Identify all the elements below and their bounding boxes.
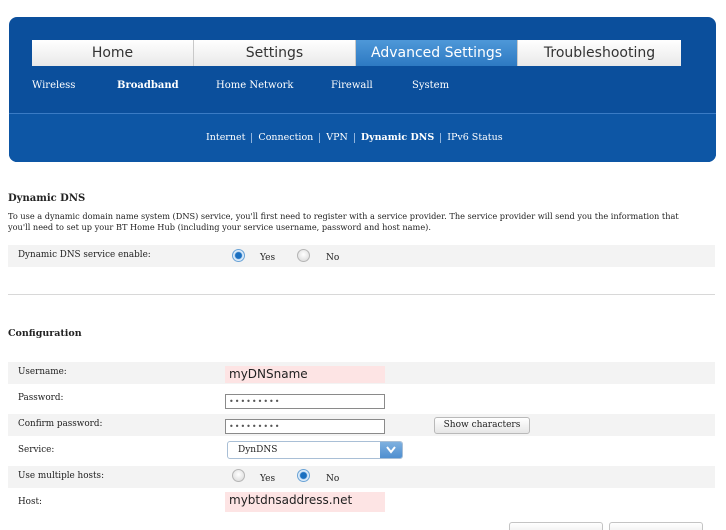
- dns-enable-no-radio[interactable]: [297, 249, 310, 262]
- subnav-firewall[interactable]: Firewall: [331, 80, 373, 91]
- subnav-home-network[interactable]: Home Network: [216, 80, 293, 91]
- tertiary-connection[interactable]: Connection: [258, 132, 313, 143]
- bottom-button-right[interactable]: [609, 522, 703, 530]
- multiple-hosts-no-label: No: [326, 474, 340, 484]
- subnav-system[interactable]: System: [412, 80, 449, 91]
- multiple-hosts-no-radio[interactable]: [297, 469, 310, 482]
- multiple-hosts-yes-radio[interactable]: [232, 469, 245, 482]
- dns-enable-yes-label: Yes: [260, 253, 276, 263]
- sub-navigation: Wireless Broadband Home Network Firewall…: [9, 80, 716, 100]
- separator: [440, 132, 442, 143]
- tertiary-navigation: Internet Connection VPN Dynamic DNS IPv6…: [9, 113, 716, 162]
- navigation-header: Home Settings Advanced Settings Troubles…: [9, 17, 716, 162]
- host-input[interactable]: mybtdnsaddress.net: [225, 492, 385, 512]
- subnav-broadband[interactable]: Broadband: [117, 80, 179, 91]
- main-tabs: Home Settings Advanced Settings Troubles…: [32, 40, 681, 66]
- separator: [251, 132, 253, 143]
- tertiary-dynamic-dns[interactable]: Dynamic DNS: [361, 132, 434, 143]
- multiple-hosts-row: Use multiple hosts: Yes No: [8, 466, 715, 488]
- password-label: Password:: [18, 393, 64, 403]
- separator: [319, 132, 321, 143]
- username-label: Username:: [18, 367, 67, 377]
- tab-advanced-settings[interactable]: Advanced Settings: [356, 40, 518, 66]
- username-input[interactable]: myDNSname: [225, 366, 385, 383]
- tertiary-vpn[interactable]: VPN: [326, 132, 348, 143]
- separator: [353, 132, 355, 143]
- dynamic-dns-description: To use a dynamic domain name system (DNS…: [8, 211, 679, 232]
- chevron-down-icon: [380, 442, 402, 458]
- tertiary-internet[interactable]: Internet: [206, 132, 245, 143]
- password-input[interactable]: •••••••••: [225, 394, 385, 409]
- configuration-heading: Configuration: [8, 328, 82, 339]
- service-label: Service:: [18, 445, 55, 455]
- multiple-hosts-yes-label: Yes: [260, 474, 276, 484]
- dynamic-dns-heading: Dynamic DNS: [8, 193, 86, 204]
- dns-enable-row: Dynamic DNS service enable: Yes No: [8, 245, 715, 267]
- multiple-hosts-label: Use multiple hosts:: [18, 471, 105, 481]
- dns-enable-no-label: No: [326, 253, 340, 263]
- service-selected-value: DynDNS: [238, 445, 278, 455]
- dns-enable-yes-radio[interactable]: [232, 249, 245, 262]
- dns-enable-label: Dynamic DNS service enable:: [18, 250, 151, 260]
- tertiary-ipv6-status[interactable]: IPv6 Status: [447, 132, 502, 143]
- section-divider: [8, 294, 715, 295]
- tab-settings[interactable]: Settings: [194, 40, 356, 66]
- host-label: Host:: [18, 497, 42, 507]
- confirm-password-label: Confirm password:: [18, 419, 103, 429]
- subnav-wireless[interactable]: Wireless: [32, 80, 75, 91]
- confirm-password-input[interactable]: •••••••••: [225, 419, 385, 434]
- show-characters-button[interactable]: Show characters: [434, 417, 530, 434]
- bottom-button-left[interactable]: [509, 522, 603, 530]
- service-select[interactable]: DynDNS: [227, 441, 403, 459]
- tab-troubleshooting[interactable]: Troubleshooting: [518, 40, 681, 66]
- tab-home[interactable]: Home: [32, 40, 194, 66]
